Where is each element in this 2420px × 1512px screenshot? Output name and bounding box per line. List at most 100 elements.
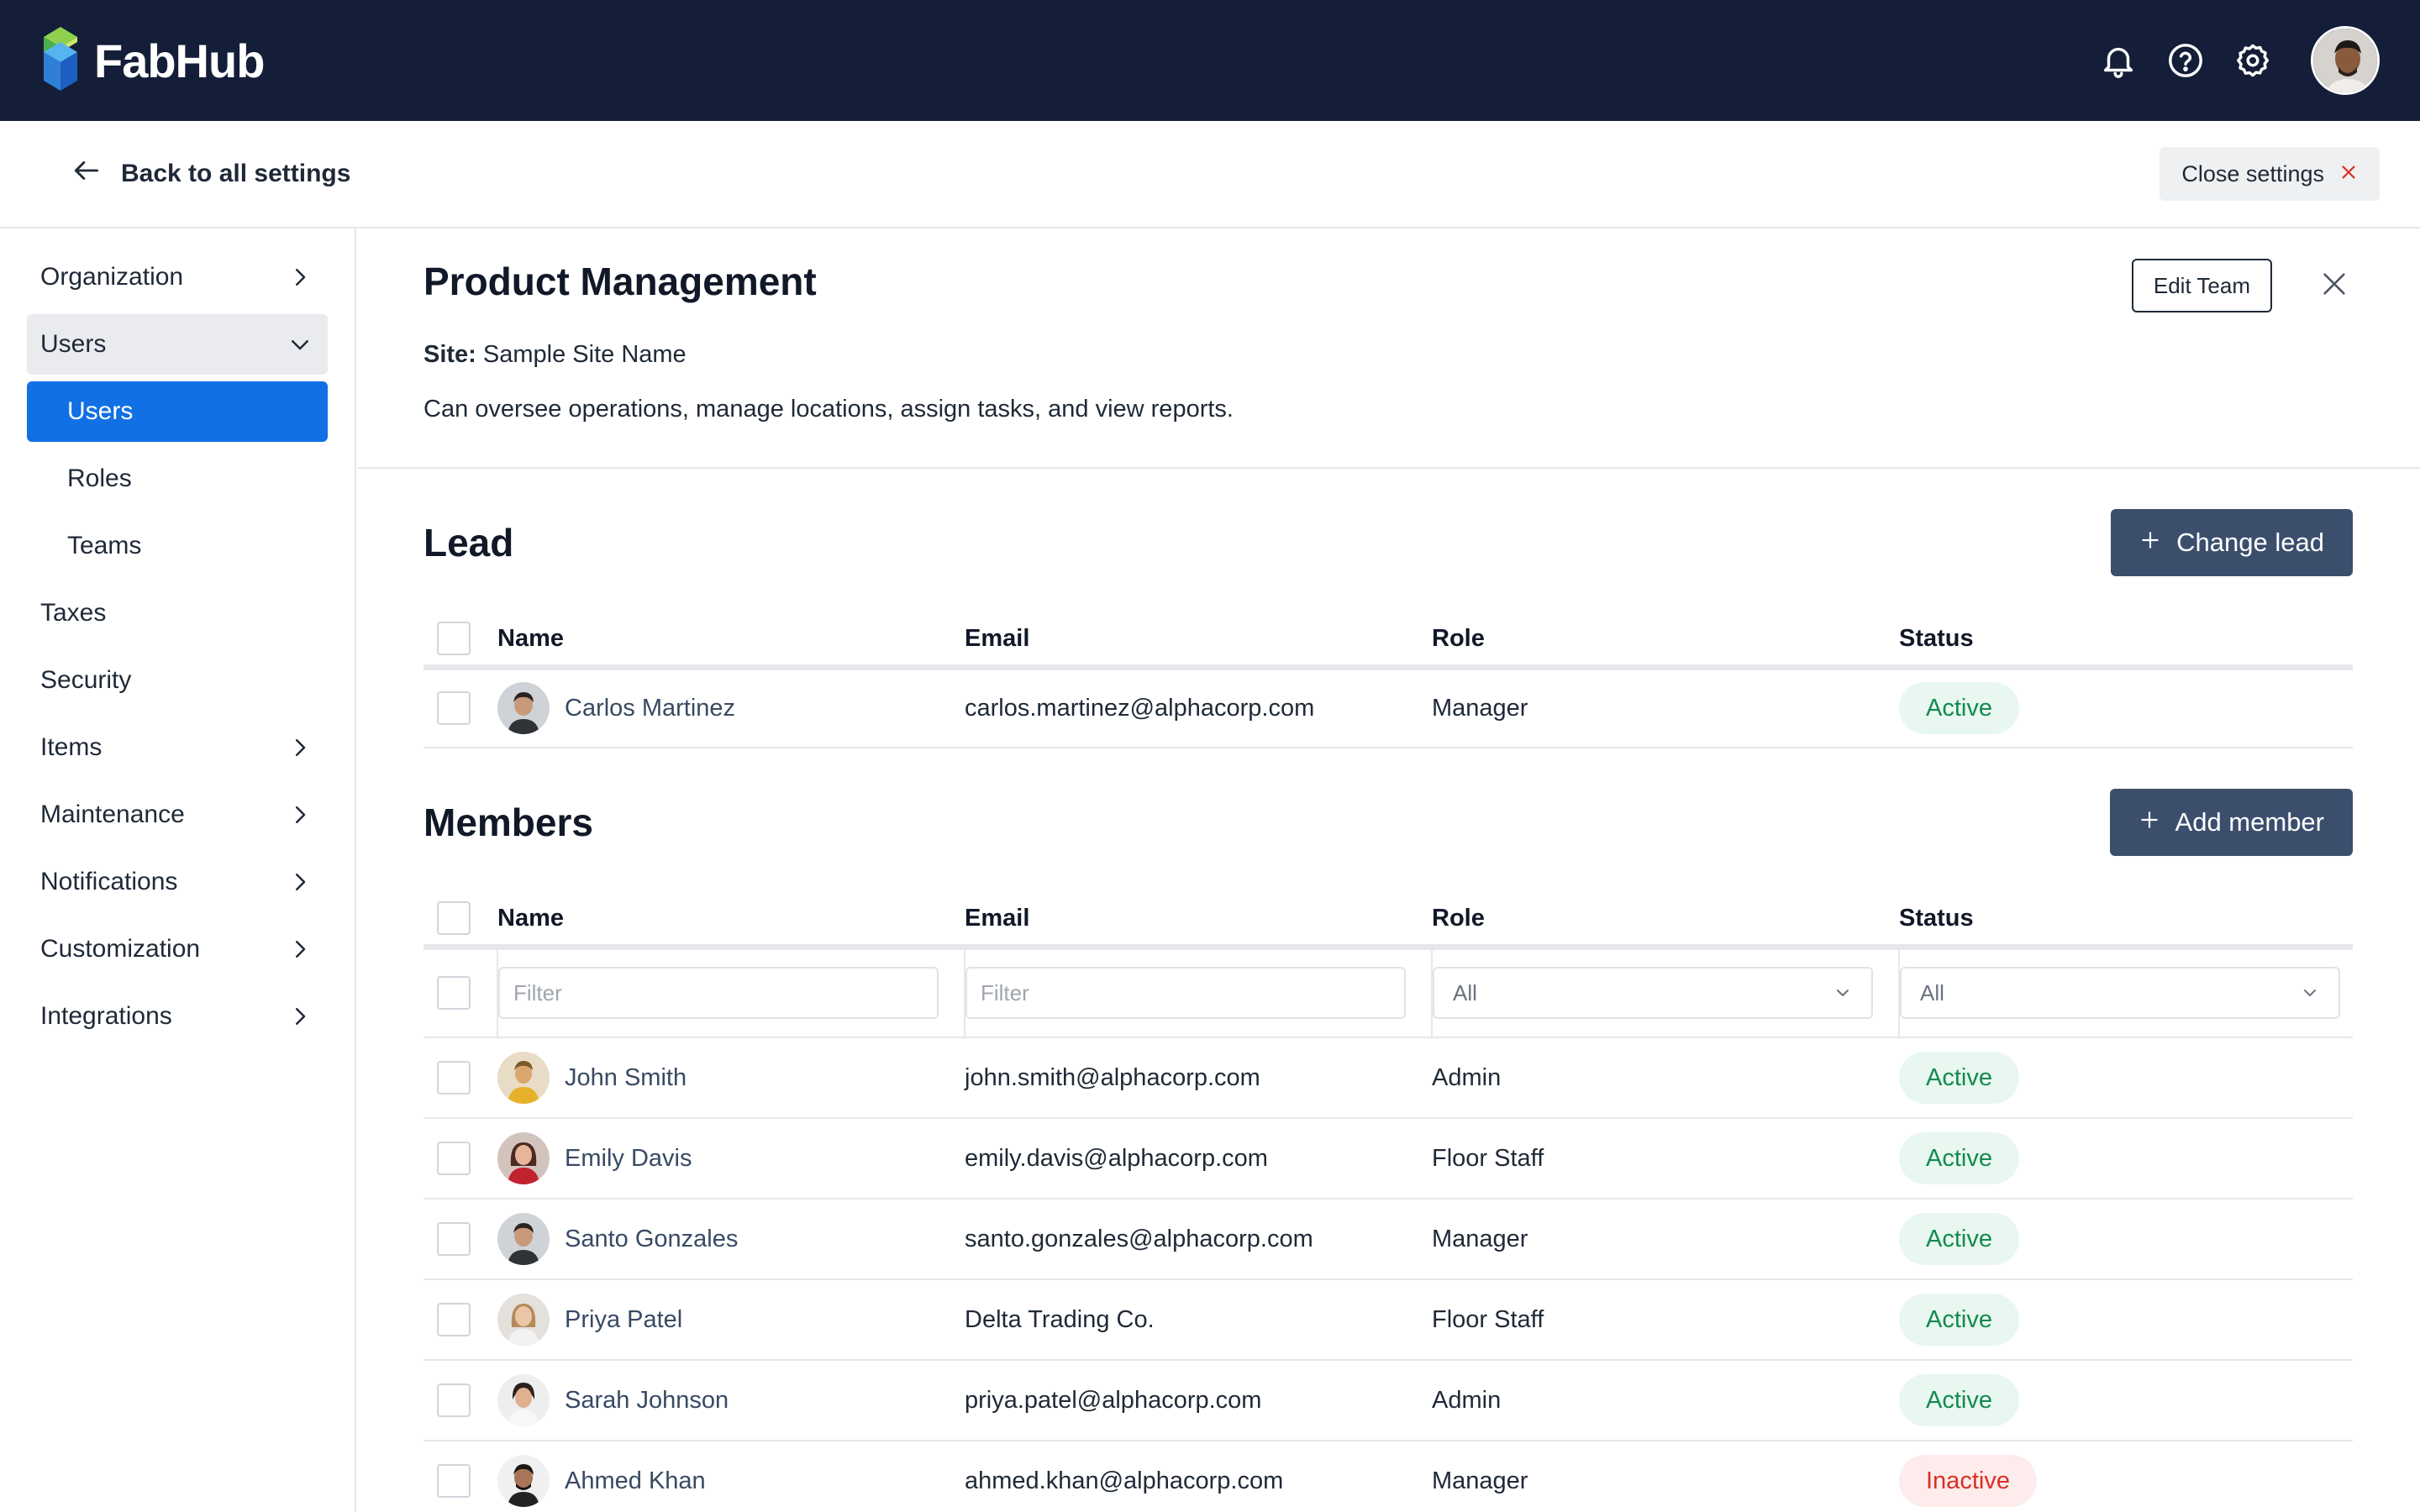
close-settings-label: Close settings xyxy=(2181,160,2324,186)
sidebar-item-teams[interactable]: Teams xyxy=(27,516,328,576)
status-cell: Active xyxy=(1899,1037,2353,1119)
status-badge: Active xyxy=(1899,682,2019,735)
select-all-checkbox[interactable] xyxy=(437,622,471,656)
sidebar-item-organization[interactable]: Organization xyxy=(27,247,328,307)
team-header: Product Management Edit Team Site: Sampl… xyxy=(358,228,2420,469)
help-icon[interactable] xyxy=(2166,41,2205,80)
person-link[interactable]: Sarah Johnson xyxy=(497,1374,965,1426)
status-badge: Active xyxy=(1899,1132,2019,1184)
arrow-left-icon xyxy=(71,155,103,193)
role-cell: Admin xyxy=(1432,1037,1899,1119)
row-checkbox[interactable] xyxy=(437,1061,471,1095)
row-select-cell xyxy=(424,1199,497,1280)
sidebar-item-customization[interactable]: Customization xyxy=(27,919,328,979)
table-row[interactable]: Santo Gonzales santo.gonzales@alphacorp.… xyxy=(424,1199,2353,1280)
close-panel-button[interactable] xyxy=(2314,265,2354,306)
user-avatar[interactable] xyxy=(2311,26,2380,95)
role-cell: Floor Staff xyxy=(1432,1279,1899,1361)
table-row[interactable]: Priya Patel Delta Trading Co. Floor Staf… xyxy=(424,1279,2353,1361)
plus-icon xyxy=(2139,807,2160,837)
close-settings-button[interactable]: Close settings xyxy=(2160,147,2380,201)
name-filter-input[interactable] xyxy=(498,967,939,1020)
chevron-down-icon xyxy=(286,330,314,359)
row-checkbox[interactable] xyxy=(437,691,471,726)
person-name: Carlos Martinez xyxy=(565,694,736,722)
table-row[interactable]: Ahmed Khan ahmed.khan@alphacorp.com Mana… xyxy=(424,1441,2353,1512)
filter-row: All All xyxy=(424,947,2353,1038)
sidebar-item-label: Organization xyxy=(40,263,184,291)
sidebar-item-notifications[interactable]: Notifications xyxy=(27,852,328,912)
sidebar-item-users[interactable]: Users xyxy=(27,381,328,442)
sidebar-item-maintenance[interactable]: Maintenance xyxy=(27,785,328,845)
back-label: Back to all settings xyxy=(121,160,351,187)
role-filter-cell: All xyxy=(1432,947,1900,1038)
close-icon xyxy=(2320,270,2349,302)
chevron-down-icon xyxy=(2300,983,2320,1003)
settings-header: Back to all settings Close settings xyxy=(0,121,2420,228)
email-filter-input[interactable] xyxy=(965,967,1406,1020)
site-value: Sample Site Name xyxy=(482,341,687,368)
row-checkbox[interactable] xyxy=(437,1142,471,1175)
table-row[interactable]: Sarah Johnson priya.patel@alphacorp.com … xyxy=(424,1360,2353,1441)
avatar xyxy=(497,1213,550,1265)
filter-row-checkbox[interactable] xyxy=(437,976,471,1011)
gear-icon[interactable] xyxy=(2233,41,2272,80)
row-checkbox[interactable] xyxy=(437,1464,471,1498)
person-link[interactable]: Carlos Martinez xyxy=(497,682,965,735)
name-cell: John Smith xyxy=(497,1037,965,1119)
name-cell: Emily Davis xyxy=(497,1118,965,1200)
person-link[interactable]: Priya Patel xyxy=(497,1294,965,1346)
sidebar-item-taxes[interactable]: Taxes xyxy=(27,583,328,643)
person-link[interactable]: Emily Davis xyxy=(497,1132,965,1184)
email-cell: santo.gonzales@alphacorp.com xyxy=(965,1199,1432,1280)
plus-icon xyxy=(2139,528,2161,558)
row-select-cell xyxy=(424,1118,497,1200)
name-cell: Ahmed Khan xyxy=(497,1441,965,1512)
avatar xyxy=(497,682,550,735)
column-header-name[interactable]: Name xyxy=(497,613,965,670)
email-cell: ahmed.khan@alphacorp.com xyxy=(965,1441,1432,1512)
sidebar-item-items[interactable]: Items xyxy=(27,717,328,778)
column-header-role[interactable]: Role xyxy=(1432,613,1899,670)
row-checkbox[interactable] xyxy=(437,1383,471,1417)
column-header-name[interactable]: Name xyxy=(497,893,965,950)
column-header-role[interactable]: Role xyxy=(1432,893,1899,950)
email-cell: emily.davis@alphacorp.com xyxy=(965,1118,1432,1200)
change-lead-button[interactable]: Change lead xyxy=(2111,509,2353,576)
members-table: Name Email Role Status All xyxy=(424,893,2353,1512)
sidebar-item-integrations[interactable]: Integrations xyxy=(27,986,328,1047)
chevron-right-icon xyxy=(286,868,314,896)
brand[interactable]: FabHub xyxy=(40,25,265,97)
person-name: Santo Gonzales xyxy=(565,1225,739,1252)
person-link[interactable]: Ahmed Khan xyxy=(497,1455,965,1507)
person-link[interactable]: Santo Gonzales xyxy=(497,1213,965,1265)
status-filter-select[interactable]: All xyxy=(1900,967,2340,1020)
members-section-title: Members xyxy=(424,801,593,844)
email-filter-cell xyxy=(965,947,1433,1038)
column-header-email[interactable]: Email xyxy=(965,613,1432,670)
lead-table: Name Email Role Status Carlos Martinez c… xyxy=(424,613,2353,748)
column-header-status[interactable]: Status xyxy=(1899,893,2353,950)
notifications-bell-icon[interactable] xyxy=(2099,41,2138,80)
team-description: Can oversee operations, manage locations… xyxy=(424,396,1234,423)
row-checkbox[interactable] xyxy=(437,1303,471,1336)
column-header-status[interactable]: Status xyxy=(1899,613,2353,670)
status-cell: Active xyxy=(1899,1360,2353,1441)
row-checkbox[interactable] xyxy=(437,1222,471,1256)
person-name: Priya Patel xyxy=(565,1305,683,1333)
sidebar-item-roles[interactable]: Roles xyxy=(27,449,328,509)
row-select-cell xyxy=(424,667,497,748)
sidebar-item-users-group[interactable]: Users xyxy=(27,314,328,375)
person-link[interactable]: John Smith xyxy=(497,1052,965,1104)
table-row[interactable]: John Smith john.smith@alphacorp.com Admi… xyxy=(424,1037,2353,1119)
add-member-button[interactable]: Add member xyxy=(2109,789,2353,856)
select-all-checkbox[interactable] xyxy=(437,901,471,936)
column-header-email[interactable]: Email xyxy=(965,893,1432,950)
sidebar-item-security[interactable]: Security xyxy=(27,650,328,711)
role-filter-select[interactable]: All xyxy=(1433,967,1873,1020)
table-row[interactable]: Carlos Martinez carlos.martinez@alphacor… xyxy=(424,667,2353,748)
status-badge: Active xyxy=(1899,1374,2019,1426)
edit-team-button[interactable]: Edit Team xyxy=(2131,259,2272,312)
back-to-settings-link[interactable]: Back to all settings xyxy=(71,155,350,193)
table-row[interactable]: Emily Davis emily.davis@alphacorp.com Fl… xyxy=(424,1118,2353,1200)
